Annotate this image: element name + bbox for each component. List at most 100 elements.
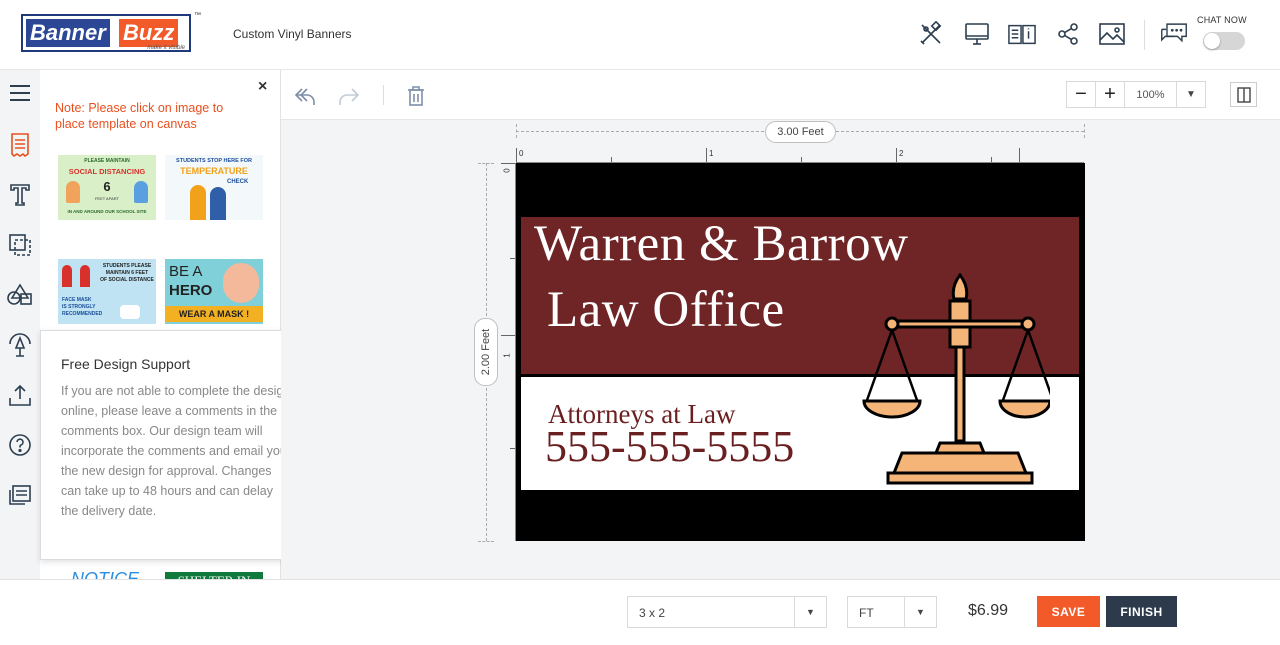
template-thumbnail-social-distancing[interactable]: PLEASE MAINTAIN SOCIAL DISTANCING 6 FEET… — [58, 155, 156, 220]
comments-icon[interactable] — [6, 481, 34, 509]
popup-title: Free Design Support — [61, 356, 191, 372]
sidebar-rail — [0, 70, 40, 645]
toggle-knob — [1204, 33, 1220, 49]
logo-banner-text: Banner — [26, 19, 110, 47]
thumb-text: SOCIAL DISTANCING — [68, 167, 146, 176]
header-divider — [1144, 20, 1145, 50]
thumb-person-figure — [190, 185, 206, 220]
thumb-text: WEAR A MASK ! — [165, 306, 263, 322]
product-info-icon[interactable] — [1008, 20, 1036, 48]
ruler-tick — [991, 157, 992, 162]
zoom-in-button[interactable]: + — [1096, 82, 1125, 107]
ruler-number: 0 — [519, 149, 524, 158]
thumb-face-graphic — [223, 263, 259, 303]
thumb-text: PLEASE MAINTAIN — [84, 158, 130, 164]
text-icon[interactable] — [6, 181, 34, 209]
popup-body: If you are not able to complete the desi… — [61, 384, 291, 518]
panel-toggle-icon[interactable] — [1230, 82, 1257, 107]
chat-now-toggle[interactable] — [1203, 32, 1245, 50]
template-thumbnail-face-mask[interactable]: STUDENTS PLEASE MAINTAIN 6 FEET OF SOCIAL … — [58, 259, 156, 324]
zoom-dropdown-button[interactable]: ▼ — [1177, 82, 1205, 107]
template-thumbnail-temperature-check[interactable]: STUDENTS STOP HERE FOR TEMPERATURE CHECK — [165, 155, 263, 220]
unit-select-value: FT — [859, 606, 874, 620]
unit-select[interactable]: FT ▼ — [847, 596, 937, 628]
width-label: 3.00 Feet — [765, 121, 836, 143]
thumb-mask-graphic — [120, 305, 140, 319]
redo-icon[interactable] — [337, 83, 363, 109]
thumb-text: STUDENTS STOP HERE FOR — [176, 158, 252, 164]
thumb-text: HERO — [169, 282, 213, 299]
ruler-tick — [706, 148, 707, 162]
chevron-down-icon[interactable]: ▼ — [794, 597, 826, 627]
desktop-preview-icon[interactable] — [963, 20, 991, 48]
height-label-container: 2.00 Feet — [474, 318, 498, 386]
ruler-tick — [510, 258, 515, 259]
chat-now-label: CHAT NOW — [1197, 15, 1247, 25]
price-label: $6.99 — [968, 602, 1009, 619]
thumb-text: CHECK — [227, 179, 249, 185]
ruler-number: 0 — [502, 168, 512, 173]
width-dimension-tick — [1084, 124, 1085, 138]
free-design-support-popup: × Free Design Support If you are not abl… — [40, 330, 310, 560]
zoom-value: 100% — [1125, 82, 1177, 107]
save-button[interactable]: SAVE — [1037, 596, 1100, 627]
thumb-kid-figure — [134, 181, 148, 203]
image-gallery-icon[interactable] — [1098, 20, 1126, 48]
banner-phone[interactable]: 555-555-5555 — [545, 421, 794, 472]
chevron-down-icon[interactable]: ▼ — [904, 597, 936, 627]
design-canvas[interactable]: Warren & Barrow Law Office Attorneys at … — [516, 163, 1085, 541]
height-label: 2.00 Feet — [480, 328, 493, 376]
finish-button[interactable]: FINISH — [1106, 596, 1177, 627]
panel-close-icon[interactable]: × — [258, 78, 267, 96]
product-title: Custom Vinyl Banners — [233, 27, 352, 41]
design-tools-icon[interactable] — [917, 20, 945, 48]
ruler-tick — [510, 448, 515, 449]
ruler-tick — [1019, 148, 1020, 162]
banner-firm-name[interactable]: Warren & Barrow — [534, 215, 908, 273]
zoom-control: − + 100% ▼ — [1066, 81, 1206, 108]
toolbar-divider — [383, 85, 384, 105]
chat-icon[interactable] — [1160, 18, 1188, 46]
ruler-tick — [501, 163, 515, 164]
horizontal-ruler: 0 1 2 — [516, 148, 1084, 163]
ruler-tick — [611, 157, 612, 162]
thumb-text: FACE MASK IS STRONGLY RECOMMENDED — [62, 297, 103, 317]
templates-icon[interactable] — [6, 131, 34, 159]
delete-icon[interactable] — [403, 83, 429, 109]
thumb-text: IN AND AROUND OUR SCHOOL SITE — [67, 209, 147, 214]
logo-trademark: ™ — [194, 12, 201, 19]
thumb-person-figure — [210, 187, 226, 220]
help-icon[interactable] — [6, 431, 34, 459]
clipart-icon[interactable] — [6, 331, 34, 359]
menu-icon[interactable] — [6, 79, 34, 107]
thumb-kid-figure — [66, 181, 80, 203]
ruler-tick — [501, 335, 515, 336]
bannerbuzz-logo[interactable]: Banner Buzz make it visible ™ — [21, 12, 201, 52]
width-dimension-tick — [516, 124, 517, 138]
upload-icon[interactable] — [6, 381, 34, 409]
height-dimension-tick — [478, 541, 494, 542]
vertical-ruler: 0 1 — [501, 163, 516, 541]
banner-office-line[interactable]: Law Office — [547, 281, 785, 339]
header: Banner Buzz make it visible ™ Custom Vin… — [0, 0, 1280, 70]
undo-icon[interactable] — [292, 83, 318, 109]
share-icon[interactable] — [1054, 20, 1082, 48]
ruler-tick — [516, 148, 517, 162]
ruler-number: 1 — [502, 353, 512, 358]
logo-tagline: make it visible — [147, 45, 185, 51]
scales-of-justice-icon[interactable] — [860, 273, 1050, 488]
thumb-person-figure — [62, 265, 72, 287]
ruler-tick — [896, 148, 897, 162]
height-dimension-tick — [478, 163, 494, 164]
background-icon[interactable] — [6, 231, 34, 259]
thumb-text: TEMPERATURE — [180, 166, 248, 176]
thumb-person-figure — [80, 265, 90, 287]
zoom-out-button[interactable]: − — [1067, 82, 1096, 107]
logo-buzz-text: Buzz — [119, 19, 179, 47]
size-select[interactable]: 3 x 2 ▼ — [627, 596, 827, 628]
shapes-icon[interactable] — [6, 281, 34, 309]
template-thumbnail-be-a-hero[interactable]: BE A HERO WEAR A MASK ! — [165, 259, 263, 324]
thumb-text: BE A — [169, 263, 203, 280]
size-select-value: 3 x 2 — [639, 606, 666, 620]
ruler-number: 2 — [899, 149, 904, 158]
